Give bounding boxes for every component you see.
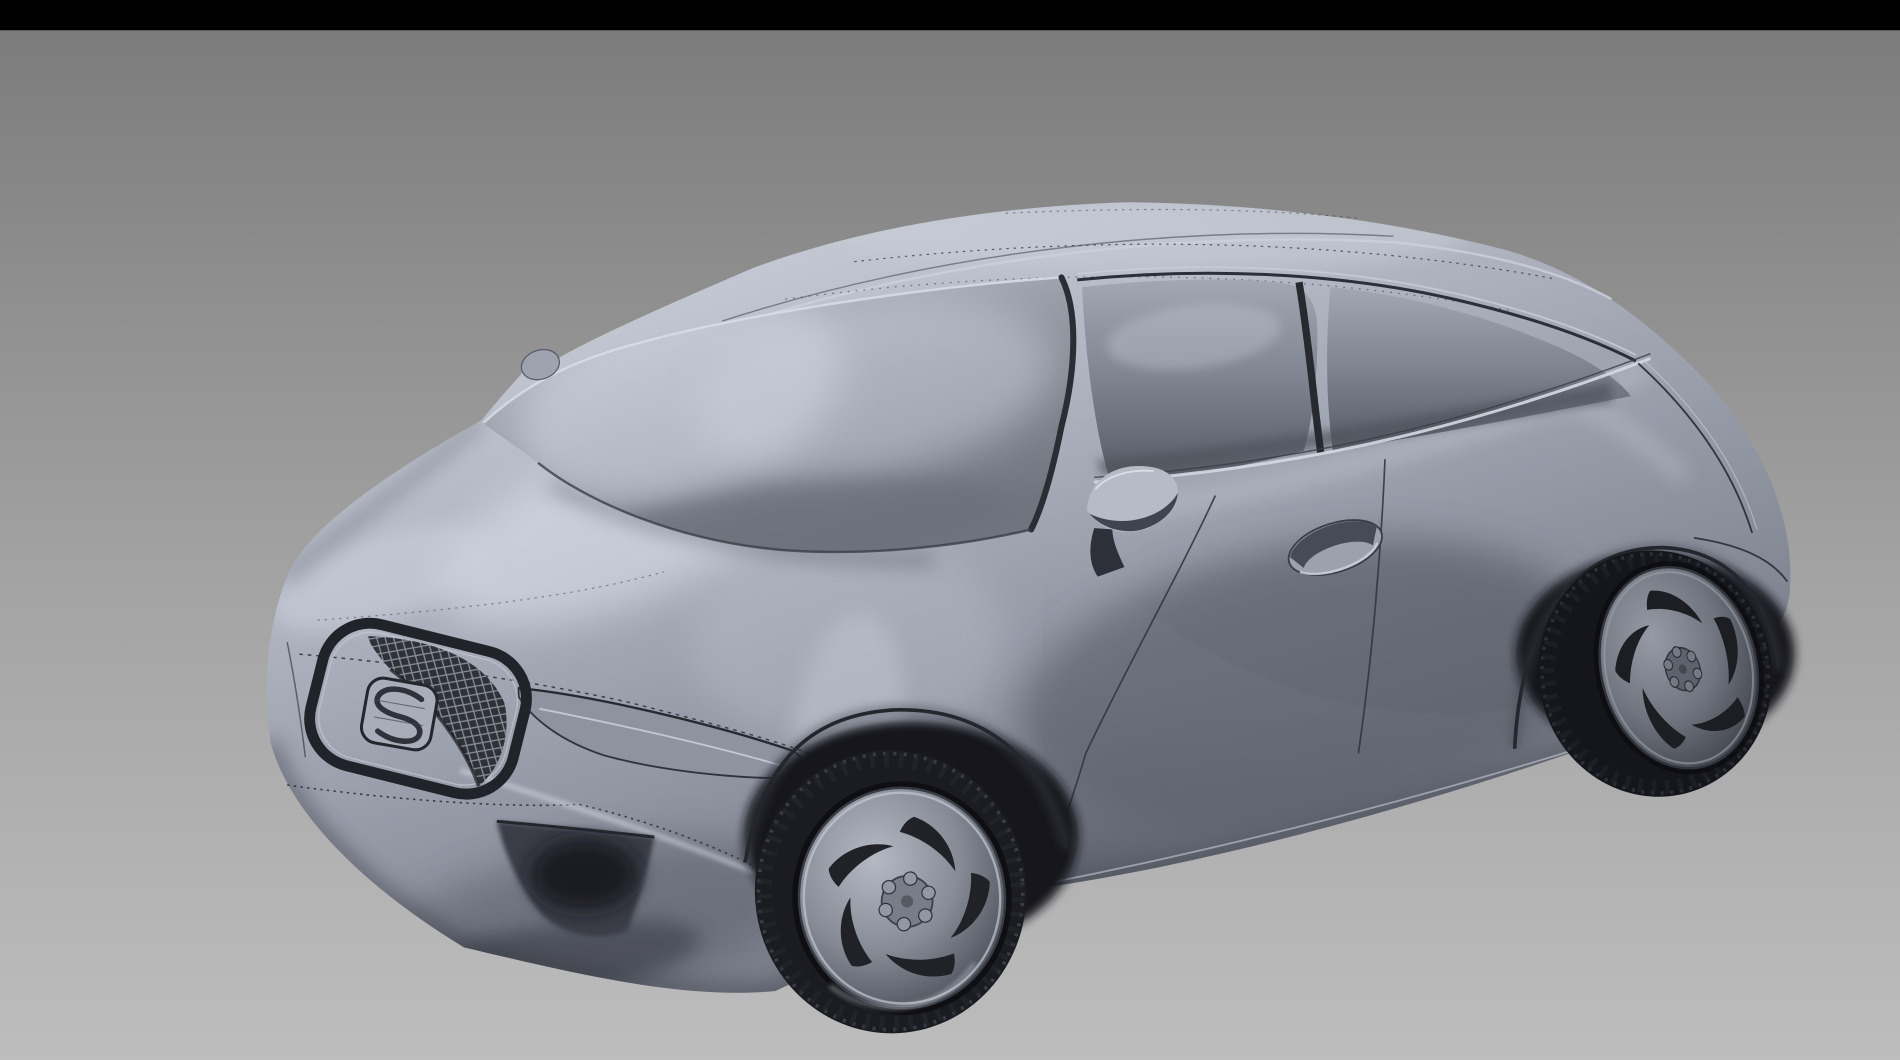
letterbox-top-bar bbox=[0, 0, 1900, 30]
render-viewport[interactable] bbox=[0, 0, 1900, 1060]
seat-logo bbox=[359, 676, 440, 753]
intake-dark-core bbox=[530, 838, 639, 911]
car-render-scene bbox=[0, 0, 1900, 1060]
